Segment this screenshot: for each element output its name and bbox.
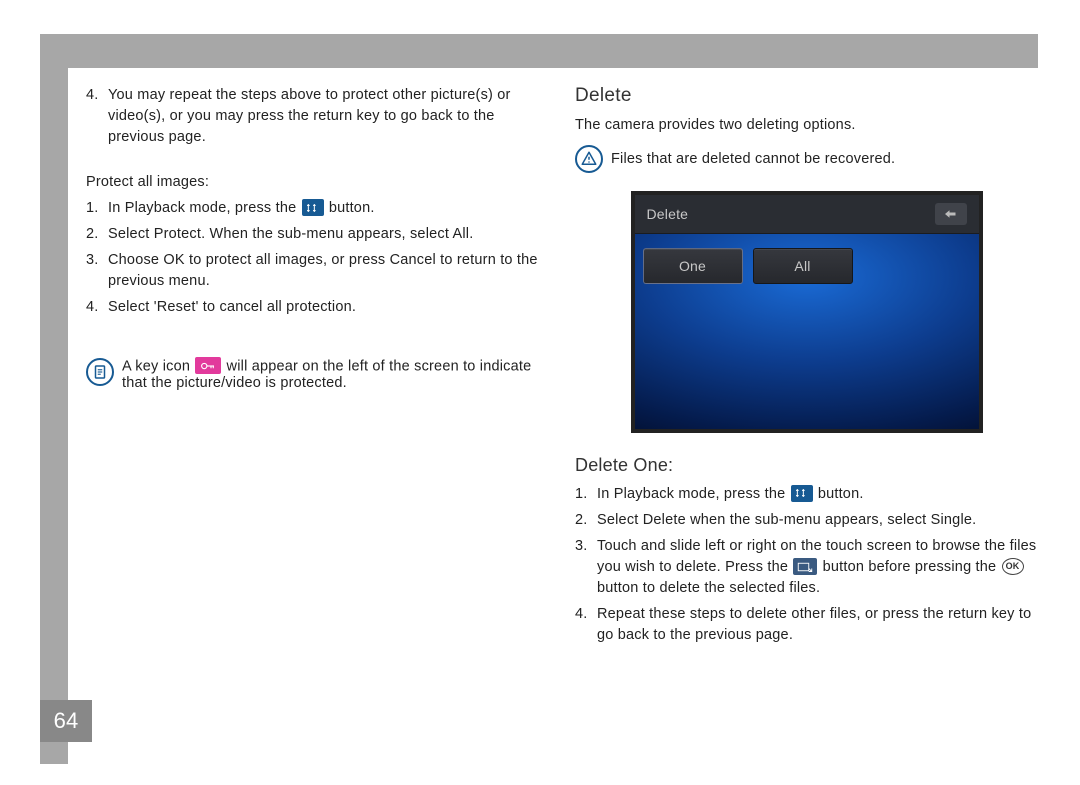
protect-all-label: Protect all images: [86,172,549,192]
column-right: Delete The camera provides two deleting … [575,85,1038,651]
delete-step-1: In Playback mode, press the button. [575,484,1038,505]
note-icon [86,358,114,386]
page-number: 64 [40,700,92,742]
protect-step-4: Select 'Reset' to cancel all protection. [86,297,549,318]
delete-heading: Delete [575,85,1038,107]
select-icon [793,558,817,575]
page-border-top [40,34,1038,68]
delete-step-3: Touch and slide left or right on the tou… [575,536,1038,599]
delete-intro: The camera provides two deleting options… [575,115,1038,135]
camera-screenshot: Delete One All [631,191,983,433]
warning-text: Files that are deleted cannot be recover… [611,151,895,167]
protect-step-2: Select Protect. When the sub-menu appear… [86,224,549,245]
warning-row: Files that are deleted cannot be recover… [575,145,1038,173]
back-icon [935,203,967,225]
delete-one-heading: Delete One: [575,455,1038,476]
protect-step-3: Choose OK to protect all images, or pres… [86,250,549,292]
camera-button-one: One [643,248,743,284]
camera-body: One All [635,234,979,298]
page-content: You may repeat the steps above to protec… [86,85,1038,651]
delete-step-2: Select Delete when the sub-menu appears,… [575,510,1038,531]
tools-icon [791,485,813,502]
warning-icon [575,145,603,173]
page-border-left [40,34,68,764]
camera-title: Delete [647,206,689,222]
delete-step-4: Repeat these steps to delete other files… [575,604,1038,646]
ok-icon: OK [1002,558,1024,575]
delete-one-steps: In Playback mode, press the button. Sele… [575,484,1038,646]
key-icon [195,357,221,374]
camera-button-all: All [753,248,853,284]
step-4-repeat: You may repeat the steps above to protec… [86,85,549,148]
protect-all-steps: In Playback mode, press the button. Sele… [86,198,549,318]
protect-step-1: In Playback mode, press the button. [86,198,549,219]
tools-icon [302,199,324,216]
protect-steps-continued: You may repeat the steps above to protec… [86,85,549,148]
note-text: A key icon will appear on the left of th… [122,358,549,391]
camera-header: Delete [635,195,979,234]
column-left: You may repeat the steps above to protec… [86,85,549,651]
note-row: A key icon will appear on the left of th… [86,358,549,391]
